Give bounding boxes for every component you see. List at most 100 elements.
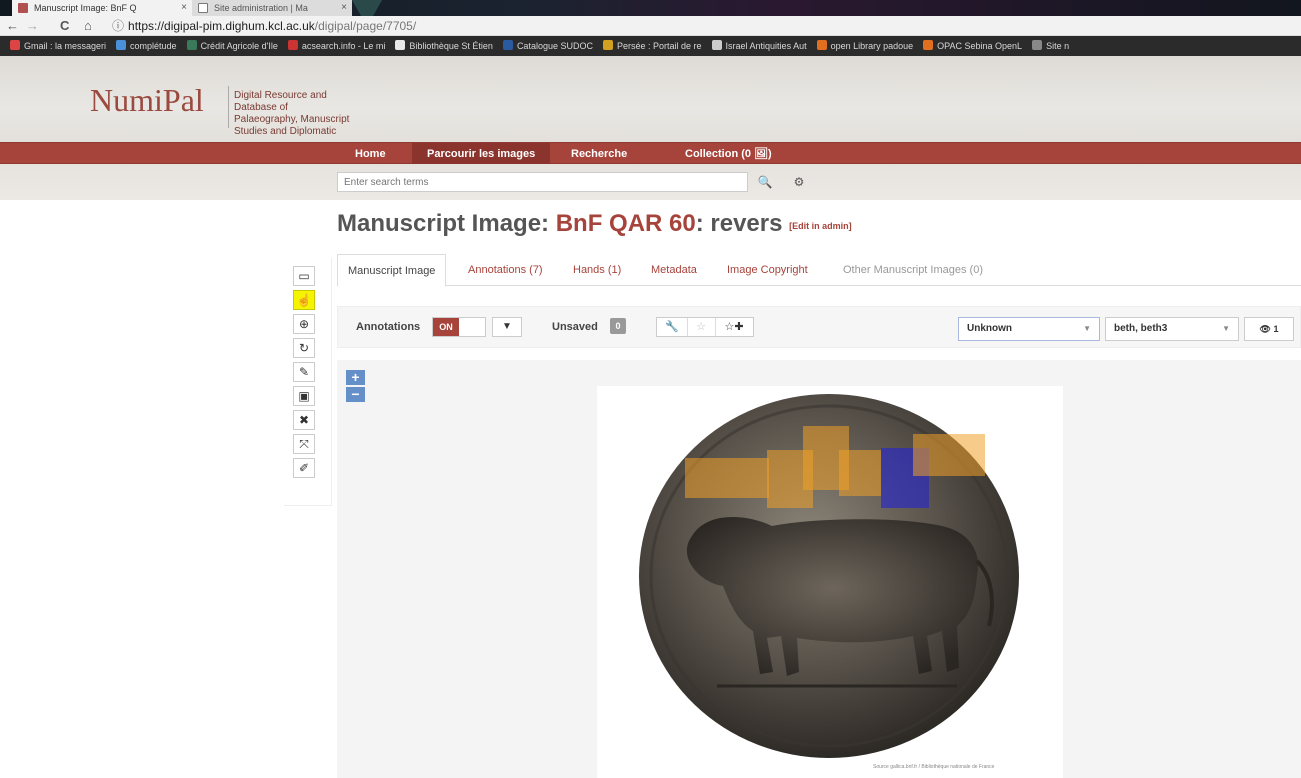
- search-settings-icon[interactable]: ⚙: [786, 172, 812, 192]
- annotation-box[interactable]: [839, 450, 881, 496]
- tab-metadata[interactable]: Metadata: [641, 254, 707, 286]
- tab-annotations[interactable]: Annotations (7): [458, 254, 553, 286]
- info-icon[interactable]: ⓘ: [112, 19, 124, 33]
- bookmark-label: complétude: [130, 41, 177, 51]
- tab-manuscript-image[interactable]: Manuscript Image: [337, 254, 447, 287]
- zoom-in-button[interactable]: +: [346, 370, 365, 385]
- annotations-toggle[interactable]: ON: [432, 317, 486, 337]
- logo-divider: [228, 86, 229, 128]
- bookmark-item[interactable]: Crédit Agricole d'Ile: [186, 36, 278, 56]
- annotation-box[interactable]: [685, 458, 721, 498]
- bookmark-label: acsearch.info - Le mi: [301, 41, 386, 51]
- tab-hands[interactable]: Hands (1): [563, 254, 631, 286]
- page-title-suffix: : revers: [695, 210, 783, 237]
- save-icon[interactable]: ▣: [293, 386, 315, 406]
- annotation-box[interactable]: [913, 434, 985, 476]
- nav-collection[interactable]: Collection (0 🖼): [670, 143, 787, 165]
- new-tab-button[interactable]: [352, 0, 382, 16]
- search-icon[interactable]: 🔍: [752, 172, 778, 192]
- bookmark-item[interactable]: Bibliothèque St Étien: [395, 36, 493, 56]
- reload-icon[interactable]: C: [60, 18, 69, 34]
- nav-home[interactable]: Home: [340, 143, 401, 165]
- back-arrow-icon[interactable]: ←: [6, 18, 19, 34]
- bookmark-label: Israel Antiquities Aut: [725, 41, 807, 51]
- tab-close-icon[interactable]: ×: [341, 0, 347, 16]
- tab-title: Manuscript Image: BnF Q: [34, 3, 137, 13]
- bookmark-icon: [711, 40, 722, 50]
- bookmark-item[interactable]: acsearch.info - Le mi: [287, 36, 386, 56]
- bookmark-icon: [602, 40, 613, 50]
- edit-in-admin-link[interactable]: [Edit in admin]: [789, 221, 852, 231]
- bookmark-icon: [816, 40, 827, 50]
- content-tabs: Manuscript Image Annotations (7) Hands (…: [337, 254, 1301, 287]
- bookmark-item[interactable]: open Library padoue: [816, 36, 914, 56]
- bookmark-item[interactable]: OPAC Sebina OpenL: [923, 36, 1022, 56]
- forward-arrow-icon[interactable]: →: [26, 18, 39, 34]
- nav-search[interactable]: Recherche: [556, 143, 642, 165]
- annotation-toolbar: Annotations ON ▼ Unsaved 0 🔧 ☆ ☆✚ Unknow…: [337, 306, 1301, 348]
- divider: [687, 318, 688, 336]
- browser-tab-bar: Manuscript Image: BnF Q × Site administr…: [0, 0, 1301, 16]
- page-favicon-icon: [18, 3, 28, 13]
- letters-select-value: beth, beth3: [1114, 323, 1168, 334]
- expand-icon[interactable]: ⤧: [293, 434, 315, 454]
- bookmark-icon: [116, 40, 127, 50]
- star-icon[interactable]: ☆: [689, 318, 713, 336]
- tab-close-icon[interactable]: ×: [181, 0, 187, 16]
- star-add-icon[interactable]: ☆✚: [717, 318, 751, 336]
- bookmark-item[interactable]: complétude: [116, 36, 177, 56]
- url-field[interactable]: ⓘ https://digipal-pim.dighum.kcl.ac.uk/di…: [112, 18, 416, 34]
- close-icon[interactable]: ✖: [293, 410, 315, 430]
- wrench-icon[interactable]: 🔧: [661, 318, 683, 336]
- zoom-in-icon[interactable]: ⊕: [293, 314, 315, 334]
- bookmark-icon: [186, 40, 197, 50]
- annotation-box[interactable]: [721, 458, 769, 498]
- bookmark-item[interactable]: Israel Antiquities Aut: [711, 36, 807, 56]
- manuscript-name-link[interactable]: BnF QAR 60: [556, 210, 696, 237]
- coin-image[interactable]: Source gallica.bnf.fr / Bibliothèque nat…: [597, 386, 1063, 778]
- bookmark-item[interactable]: Site n: [1032, 36, 1069, 56]
- url-host: https://digipal-pim.dighum.kcl.ac.uk: [128, 19, 315, 33]
- tab-other-manuscript-images[interactable]: Other Manuscript Images (0): [833, 254, 993, 286]
- bookmark-label: Bibliothèque St Étien: [409, 41, 493, 51]
- zoom-out-button[interactable]: −: [346, 387, 365, 402]
- allograph-select[interactable]: Unknown ▼: [958, 317, 1100, 341]
- site-logo[interactable]: NumiPal: [90, 82, 204, 119]
- bookmark-label: Catalogue SUDOC: [516, 41, 593, 51]
- hand-pointer-icon[interactable]: ☝: [293, 290, 315, 310]
- chevron-down-icon: ▼: [1222, 324, 1230, 333]
- bookmark-item[interactable]: Persée : Portail de re: [602, 36, 702, 56]
- visibility-toggle-button[interactable]: 👁 1: [1244, 317, 1294, 341]
- toggle-on-label: ON: [433, 318, 459, 336]
- image-credit: Source gallica.bnf.fr / Bibliothèque nat…: [873, 764, 995, 770]
- unsaved-count-badge: 0: [610, 318, 626, 334]
- filter-icon[interactable]: ▼: [492, 317, 522, 337]
- page-title-prefix: Manuscript Image:: [337, 210, 556, 237]
- tab-title: Site administration | Ma: [214, 3, 308, 13]
- nav-browse-images[interactable]: Parcourir les images: [412, 143, 551, 165]
- annotation-tools-group: 🔧 ☆ ☆✚: [656, 317, 754, 337]
- bookmark-label: Persée : Portail de re: [616, 41, 702, 51]
- bookmark-item[interactable]: Catalogue SUDOC: [502, 36, 593, 56]
- search-input[interactable]: [337, 172, 748, 192]
- refresh-icon[interactable]: ↻: [293, 338, 315, 358]
- browser-tab-manuscript[interactable]: Manuscript Image: BnF Q ×: [12, 0, 192, 16]
- bookmark-icon: [502, 40, 513, 50]
- chevron-down-icon: ▼: [1083, 324, 1091, 333]
- divider: [715, 318, 716, 336]
- bookmark-label: open Library padoue: [830, 41, 914, 51]
- site-header: NumiPal Digital Resource and Database of…: [0, 56, 1301, 142]
- monitor-icon[interactable]: ▭: [293, 266, 315, 286]
- image-viewer[interactable]: + − Source gallica.bnf.fr / Bibliothèque…: [337, 360, 1301, 778]
- main-navbar: Home Parcourir les images Recherche Coll…: [0, 142, 1301, 165]
- letters-select[interactable]: beth, beth3 ▼: [1105, 317, 1239, 341]
- home-icon[interactable]: ⌂: [84, 18, 92, 34]
- bookmark-icon: [10, 40, 20, 50]
- tab-image-copyright[interactable]: Image Copyright: [717, 254, 818, 286]
- page-title: Manuscript Image: BnF QAR 60: revers [Ed…: [337, 210, 852, 238]
- bookmarks-bar: Gmail : la messageri complétude Crédit Agr…: [0, 36, 1301, 56]
- bookmark-item[interactable]: Gmail : la messageri: [10, 36, 106, 56]
- edit-icon[interactable]: ✐: [293, 458, 315, 478]
- browser-tab-admin[interactable]: Site administration | Ma ×: [192, 0, 352, 16]
- pencil-icon[interactable]: ✎: [293, 362, 315, 382]
